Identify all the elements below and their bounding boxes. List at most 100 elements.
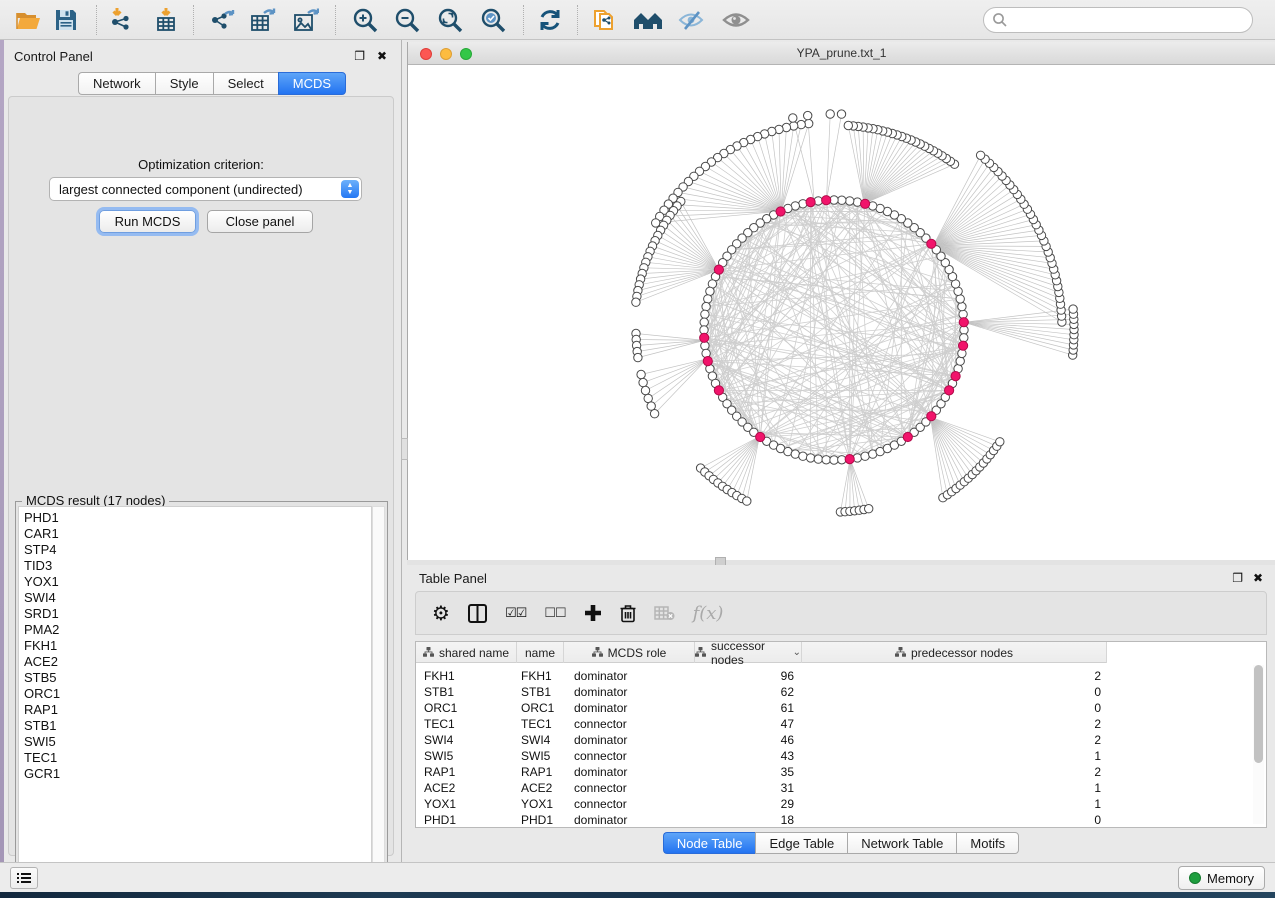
float-table-panel-icon[interactable]: ❐	[1232, 571, 1243, 585]
clone-network-icon[interactable]	[587, 4, 623, 36]
mcds-result-node[interactable]: GCR1	[24, 766, 371, 782]
table-cell[interactable]: connector	[564, 748, 695, 764]
table-row[interactable]: SWI5SWI5connector431	[416, 748, 1107, 764]
deselect-all-icon[interactable]: ☐☐	[544, 606, 565, 621]
table-cell[interactable]: 31	[695, 780, 802, 796]
close-panel-icon[interactable]: ✖	[377, 49, 387, 63]
tab-mcds[interactable]: MCDS	[278, 72, 346, 95]
table-cell[interactable]: ORC1	[517, 700, 564, 716]
table-cell[interactable]: 1	[802, 796, 1107, 812]
show-all-icon[interactable]	[718, 4, 754, 36]
mcds-result-node[interactable]: SRD1	[24, 606, 371, 622]
table-cell[interactable]: 0	[802, 684, 1107, 700]
table-cell[interactable]: SWI4	[416, 732, 517, 748]
table-cell[interactable]: YOX1	[517, 796, 564, 812]
table-cell[interactable]: SWI5	[517, 748, 564, 764]
zoom-fit-icon[interactable]	[432, 4, 468, 36]
table-cell[interactable]: 62	[695, 684, 802, 700]
mcds-result-list[interactable]: PHD1CAR1STP4TID3YOX1SWI4SRD1PMA2FKH1ACE2…	[18, 506, 372, 870]
mcds-result-node[interactable]: YOX1	[24, 574, 371, 590]
run-mcds-button[interactable]: Run MCDS	[99, 210, 196, 233]
import-network-icon[interactable]	[104, 4, 140, 36]
table-cell[interactable]: PHD1	[517, 812, 564, 828]
table-cell[interactable]: RAP1	[416, 764, 517, 780]
float-panel-icon[interactable]: ❐	[354, 49, 365, 63]
table-cell[interactable]: 0	[802, 700, 1107, 716]
export-table-icon[interactable]	[245, 4, 281, 36]
table-cell[interactable]: 96	[695, 668, 802, 684]
mcds-result-node[interactable]: RAP1	[24, 702, 371, 718]
table-scrollbar-thumb[interactable]	[1254, 665, 1263, 763]
table-row[interactable]: ACE2ACE2connector311	[416, 780, 1107, 796]
table-cell[interactable]: TEC1	[517, 716, 564, 732]
table-row[interactable]: PHD1PHD1dominator180	[416, 812, 1107, 828]
column-header-predecessor-nodes[interactable]: predecessor nodes	[802, 642, 1107, 663]
table-cell[interactable]: connector	[564, 716, 695, 732]
table-scrollbar[interactable]	[1253, 665, 1264, 824]
mcds-result-scrollbar[interactable]	[372, 506, 385, 870]
table-cell[interactable]: PHD1	[416, 812, 517, 828]
column-header-name[interactable]: name	[517, 642, 564, 663]
column-header-successor-nodes[interactable]: successor nodes⌄	[695, 642, 802, 663]
table-row[interactable]: ORC1ORC1dominator610	[416, 700, 1107, 716]
table-cell[interactable]: 1	[802, 748, 1107, 764]
first-neighbors-icon[interactable]	[630, 4, 666, 36]
tab-network[interactable]: Network	[78, 72, 155, 95]
table-cell[interactable]: 35	[695, 764, 802, 780]
task-history-button[interactable]	[10, 867, 38, 889]
tab-motifs[interactable]: Motifs	[956, 832, 1019, 854]
delete-table-icon[interactable]	[654, 605, 675, 621]
select-all-icon[interactable]: ☑☑	[505, 606, 526, 621]
table-cell[interactable]: dominator	[564, 764, 695, 780]
zoom-out-icon[interactable]	[389, 4, 425, 36]
zoom-selected-icon[interactable]	[475, 4, 511, 36]
mcds-result-node[interactable]: PHD1	[24, 510, 371, 526]
table-cell[interactable]: ACE2	[517, 780, 564, 796]
memory-button[interactable]: Memory	[1178, 866, 1265, 890]
table-cell[interactable]: ACE2	[416, 780, 517, 796]
close-table-panel-icon[interactable]: ✖	[1253, 571, 1263, 585]
mcds-result-node[interactable]: TID3	[24, 558, 371, 574]
table-row[interactable]: RAP1RAP1dominator352	[416, 764, 1107, 780]
table-cell[interactable]: STB1	[517, 684, 564, 700]
table-cell[interactable]: dominator	[564, 684, 695, 700]
zoom-in-icon[interactable]	[347, 4, 383, 36]
tab-style[interactable]: Style	[155, 72, 213, 95]
column-layout-icon[interactable]	[468, 604, 487, 623]
save-session-icon[interactable]	[48, 4, 84, 36]
table-cell[interactable]: 18	[695, 812, 802, 828]
tab-network-table[interactable]: Network Table	[847, 832, 956, 854]
table-cell[interactable]: 1	[802, 780, 1107, 796]
table-cell[interactable]: TEC1	[416, 716, 517, 732]
mcds-result-node[interactable]: CAR1	[24, 526, 371, 542]
network-canvas[interactable]	[408, 65, 1275, 560]
mcds-result-node[interactable]: PMA2	[24, 622, 371, 638]
open-file-icon[interactable]	[10, 4, 46, 36]
column-header-MCDS-role[interactable]: MCDS role	[564, 642, 695, 663]
table-cell[interactable]: 47	[695, 716, 802, 732]
column-header-shared-name[interactable]: shared name	[416, 642, 517, 663]
table-cell[interactable]: SWI4	[517, 732, 564, 748]
mcds-result-node[interactable]: ORC1	[24, 686, 371, 702]
table-cell[interactable]: 61	[695, 700, 802, 716]
tab-select[interactable]: Select	[213, 72, 278, 95]
delete-column-icon[interactable]	[620, 604, 636, 623]
close-panel-button[interactable]: Close panel	[207, 210, 313, 233]
mcds-result-node[interactable]: TEC1	[24, 750, 371, 766]
table-row[interactable]: STB1STB1dominator620	[416, 684, 1107, 700]
table-cell[interactable]: dominator	[564, 812, 695, 828]
add-column-icon[interactable]	[584, 604, 602, 622]
import-table-icon[interactable]	[148, 4, 184, 36]
settings-gear-icon[interactable]: ⚙	[432, 601, 450, 625]
table-row[interactable]: FKH1FKH1dominator962	[416, 668, 1107, 684]
hide-selected-icon[interactable]	[674, 4, 710, 36]
export-network-icon[interactable]	[204, 4, 240, 36]
export-image-icon[interactable]	[288, 4, 324, 36]
vertical-splitter-grip[interactable]	[401, 438, 408, 460]
mcds-result-node[interactable]: SWI4	[24, 590, 371, 606]
table-cell[interactable]: RAP1	[517, 764, 564, 780]
table-cell[interactable]: SWI5	[416, 748, 517, 764]
optimization-criterion-select[interactable]: largest connected component (undirected)…	[49, 177, 362, 201]
table-cell[interactable]: ORC1	[416, 700, 517, 716]
table-cell[interactable]: 2	[802, 668, 1107, 684]
